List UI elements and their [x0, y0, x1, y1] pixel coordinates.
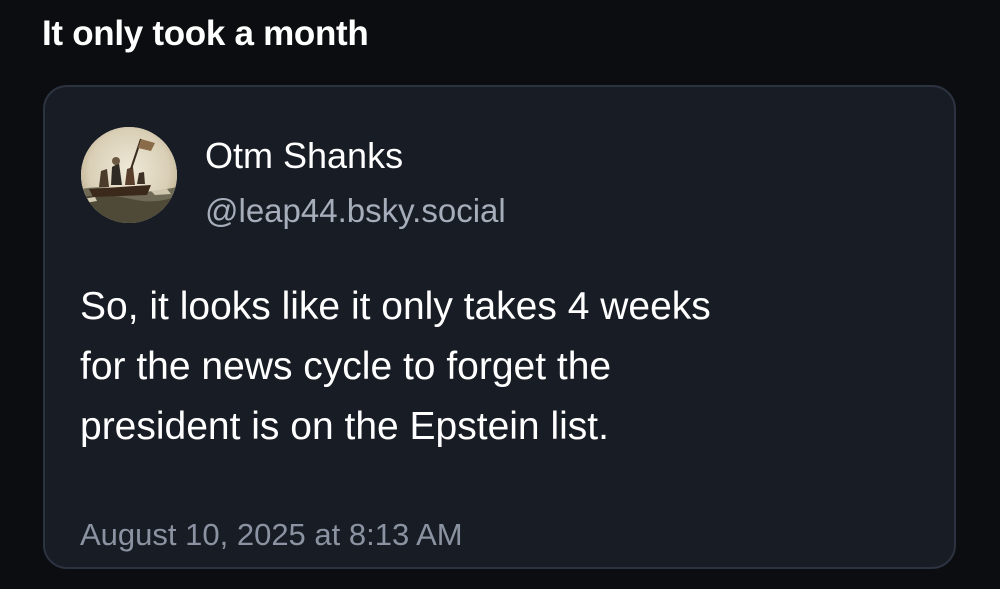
post-text: So, it looks like it only takes 4 weeks … [80, 277, 930, 457]
quoted-post-card[interactable]: Otm Shanks @leap44.bsky.social So, it lo… [43, 85, 956, 569]
post-text-line: So, it looks like it only takes 4 weeks [80, 285, 711, 328]
author-handle[interactable]: @leap44.bsky.social [205, 192, 506, 230]
post-text-line: president is on the Epstein list. [80, 405, 609, 448]
post-text-line: for the news cycle to forget the [80, 345, 612, 388]
page-title: It only took a month [42, 14, 369, 53]
painting-avatar-icon[interactable] [81, 127, 177, 223]
post-timestamp[interactable]: August 10, 2025 at 8:13 AM [80, 517, 463, 553]
author-name[interactable]: Otm Shanks [205, 135, 403, 177]
